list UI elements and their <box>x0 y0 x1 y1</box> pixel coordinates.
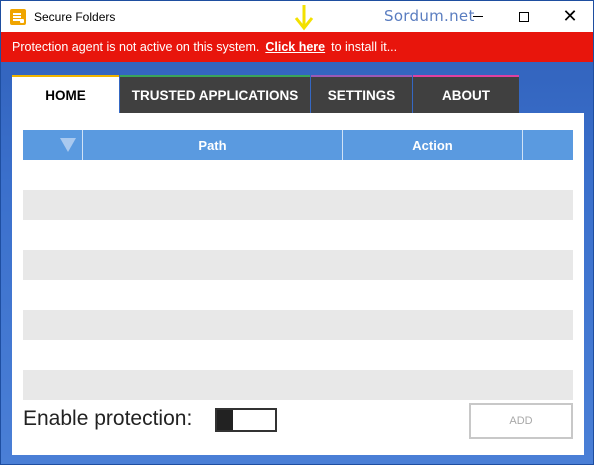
tab-home[interactable]: HOME <box>12 75 119 113</box>
table-body[interactable] <box>23 160 573 400</box>
minimize-button[interactable] <box>455 1 501 32</box>
folder-lock-icon <box>10 8 26 25</box>
tab-bar: HOME TRUSTED APPLICATIONS SETTINGS ABOUT <box>12 75 520 113</box>
alert-suffix: to install it... <box>331 40 398 54</box>
window-title: Secure Folders <box>34 9 116 24</box>
table-row <box>23 280 573 310</box>
window-controls: ✕ <box>455 1 593 32</box>
tab-settings[interactable]: SETTINGS <box>311 75 412 113</box>
alert-bar: Protection agent is not active on this s… <box>1 32 593 62</box>
action-column-header[interactable]: Action <box>343 130 523 160</box>
alert-message: Protection agent is not active on this s… <box>12 40 260 54</box>
table-row <box>23 220 573 250</box>
add-button[interactable]: ADD <box>469 403 573 439</box>
table-row <box>23 340 573 370</box>
path-column-header[interactable]: Path <box>83 130 343 160</box>
title-bar: Secure Folders Sordum.net ✕ <box>1 1 593 32</box>
extra-column-header <box>523 130 573 160</box>
table-row <box>23 370 573 400</box>
install-link[interactable]: Click here <box>265 40 325 54</box>
close-button[interactable]: ✕ <box>547 1 593 32</box>
app-window: Secure Folders Sordum.net ✕ Protection a… <box>0 0 594 465</box>
table-row <box>23 250 573 280</box>
arrow-down-icon <box>294 5 314 31</box>
maximize-button[interactable] <box>501 1 547 32</box>
tab-about[interactable]: ABOUT <box>413 75 519 113</box>
toggle-knob <box>217 410 233 430</box>
select-column-header[interactable] <box>23 130 83 160</box>
home-panel: Path Action Enable protection: ADD <box>12 113 584 455</box>
table-header: Path Action <box>23 130 573 160</box>
enable-protection-toggle[interactable] <box>215 408 277 432</box>
table-row <box>23 310 573 340</box>
table-row <box>23 190 573 220</box>
table-row <box>23 160 573 190</box>
filter-icon[interactable] <box>59 138 76 152</box>
tab-trusted-applications[interactable]: TRUSTED APPLICATIONS <box>120 75 310 113</box>
enable-protection-label: Enable protection: <box>23 407 193 430</box>
minimize-icon <box>473 16 483 17</box>
maximize-icon <box>519 11 529 22</box>
close-icon: ✕ <box>562 5 578 27</box>
